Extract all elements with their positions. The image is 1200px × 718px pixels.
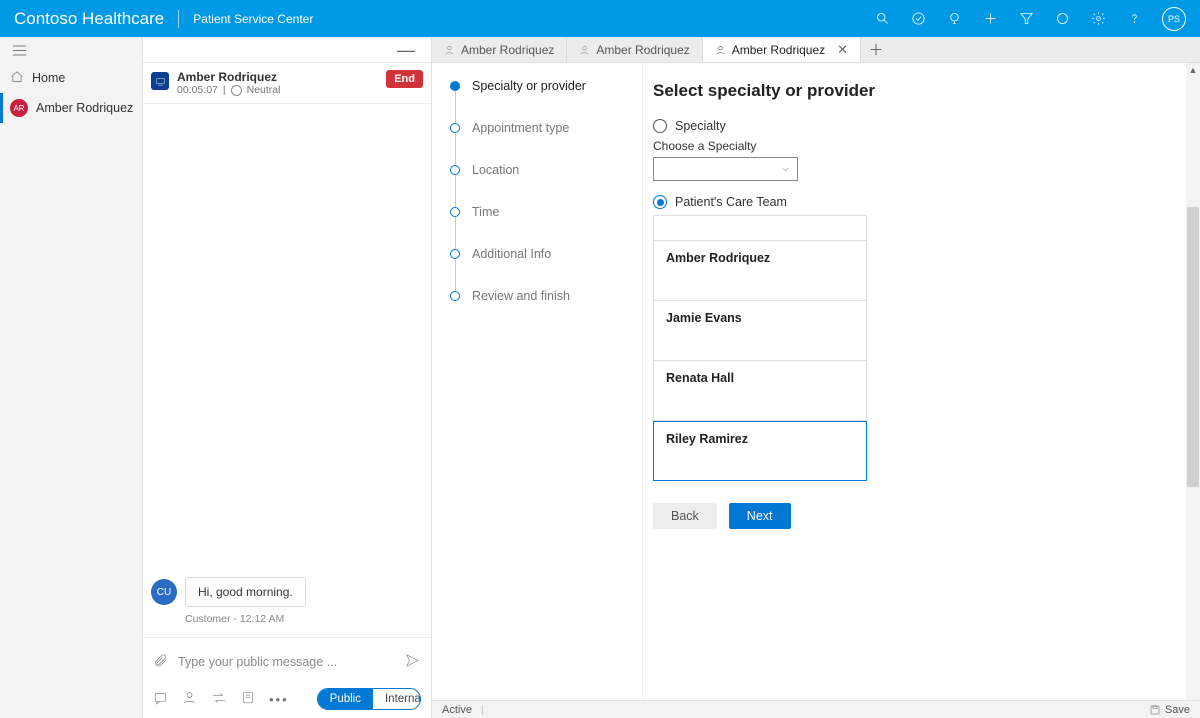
radio-care-team[interactable] — [653, 195, 667, 209]
consult-icon[interactable] — [182, 690, 197, 708]
step-label: Additional Info — [472, 247, 551, 261]
minimize-icon[interactable]: — — [391, 45, 421, 55]
tab-add-button[interactable]: ＋ — [861, 37, 891, 62]
step-time[interactable]: Time — [450, 207, 632, 249]
hamburger-button[interactable] — [0, 37, 142, 63]
compose-area: ••• Public Internal — [143, 637, 431, 718]
gear-icon[interactable] — [1084, 5, 1112, 33]
message-item: CU Hi, good morning. — [151, 577, 423, 607]
message-meta: Customer - 12:12 AM — [185, 613, 423, 625]
tab-record-1[interactable]: Amber Rodriquez — [567, 37, 702, 62]
provider-name: Jamie Evans — [666, 311, 854, 325]
sidebar-item-home[interactable]: Home — [0, 63, 142, 93]
status-state: Active — [442, 704, 472, 716]
session-avatar: AR — [10, 99, 28, 117]
channel-icon — [151, 72, 169, 90]
provider-name: Renata Hall — [666, 371, 854, 385]
conversation-messages[interactable]: CU Hi, good morning. Customer - 12:12 AM — [143, 104, 431, 637]
tab-label: Amber Rodriquez — [732, 43, 825, 57]
help-icon[interactable] — [1120, 5, 1148, 33]
home-icon — [10, 70, 24, 87]
radio-specialty[interactable] — [653, 119, 667, 133]
visibility-toggle[interactable]: Public Internal — [317, 688, 421, 710]
tab-record-2[interactable]: Amber Rodriquez ✕ — [703, 37, 861, 62]
quick-reply-icon[interactable] — [153, 691, 168, 708]
tab-record-0[interactable]: Amber Rodriquez — [432, 37, 567, 62]
choose-specialty-label: Choose a Specialty — [653, 139, 1178, 153]
sidebar-item-session[interactable]: AR Amber Rodriquez — [0, 93, 142, 123]
step-label: Specialty or provider — [472, 79, 586, 93]
step-appointment-type[interactable]: Appointment type — [450, 123, 632, 165]
message-text: Hi, good morning. — [185, 577, 306, 607]
tab-label: Amber Rodriquez — [461, 43, 554, 57]
task-icon[interactable] — [904, 5, 932, 33]
sidebar-item-label: Home — [32, 71, 65, 85]
conversation-person-name: Amber Rodriquez — [177, 70, 378, 84]
step-label: Appointment type — [472, 121, 569, 135]
list-item — [653, 216, 867, 241]
radio-specialty-label: Specialty — [675, 119, 726, 133]
end-button[interactable]: End — [386, 70, 423, 88]
next-button[interactable]: Next — [729, 503, 791, 529]
sidebar-item-label: Amber Rodriquez — [36, 101, 133, 115]
message-avatar: CU — [151, 579, 177, 605]
main-area: Amber Rodriquez Amber Rodriquez Amber Ro… — [432, 37, 1200, 718]
provider-card[interactable]: Jamie Evans — [653, 301, 867, 361]
provider-card[interactable]: Renata Hall — [653, 361, 867, 421]
step-specialty[interactable]: Specialty or provider — [450, 81, 632, 123]
provider-card[interactable]: Riley Ramirez — [653, 421, 867, 481]
back-button[interactable]: Back — [653, 503, 717, 529]
provider-card[interactable]: Amber Rodriquez — [653, 241, 867, 301]
user-avatar[interactable]: PS — [1162, 7, 1186, 31]
provider-name: Amber Rodriquez — [666, 251, 854, 265]
save-label: Save — [1165, 704, 1190, 716]
form-title: Select specialty or provider — [653, 81, 1178, 101]
topbar-action-group: PS — [868, 5, 1186, 33]
brand-name: Contoso Healthcare — [14, 9, 164, 29]
brand-separator — [178, 10, 179, 28]
left-sidebar: Home AR Amber Rodriquez — [0, 37, 143, 718]
transfer-icon[interactable] — [211, 692, 227, 707]
conversation-timer: 00:05:07 — [177, 84, 218, 96]
lightbulb-icon[interactable] — [940, 5, 968, 33]
conversation-header: Amber Rodriquez 00:05:07 | Neutral End — [143, 63, 431, 104]
visibility-public[interactable]: Public — [318, 689, 373, 709]
close-icon[interactable]: ✕ — [837, 42, 848, 58]
sync-icon[interactable] — [1048, 5, 1076, 33]
more-icon[interactable]: ••• — [269, 692, 289, 707]
filter-icon[interactable] — [1012, 5, 1040, 33]
step-additional-info[interactable]: Additional Info — [450, 249, 632, 291]
separator: | — [223, 84, 226, 96]
radio-care-team-label: Patient's Care Team — [675, 195, 787, 209]
save-button[interactable]: Save — [1149, 704, 1190, 716]
workspace-label[interactable]: Patient Service Center — [193, 12, 313, 26]
step-label: Review and finish — [472, 289, 570, 303]
step-location[interactable]: Location — [450, 165, 632, 207]
conversation-panel: — Amber Rodriquez 00:05:07 | Neutral End… — [143, 37, 432, 718]
provider-list: Amber Rodriquez Jamie Evans Renata Hall … — [653, 215, 1178, 481]
provider-name: Riley Ramirez — [666, 432, 854, 446]
wizard-form: Select specialty or provider Specialty C… — [642, 63, 1200, 718]
search-icon[interactable] — [868, 5, 896, 33]
add-icon[interactable] — [976, 5, 1004, 33]
visibility-internal[interactable]: Internal — [373, 689, 421, 709]
notes-icon[interactable] — [241, 690, 255, 708]
wizard-stepper: Specialty or provider Appointment type L… — [432, 63, 642, 718]
step-review-finish[interactable]: Review and finish — [450, 291, 632, 305]
compose-input[interactable] — [178, 655, 394, 669]
tab-bar: Amber Rodriquez Amber Rodriquez Amber Ro… — [432, 37, 1200, 63]
scroll-up-icon[interactable]: ▲ — [1189, 63, 1198, 77]
conversation-toolbar: — — [143, 37, 431, 63]
tab-label: Amber Rodriquez — [596, 43, 689, 57]
step-label: Location — [472, 163, 519, 177]
attachment-icon[interactable] — [153, 652, 168, 672]
app-topbar: Contoso Healthcare Patient Service Cente… — [0, 0, 1200, 37]
specialty-select[interactable] — [653, 157, 798, 181]
send-icon[interactable] — [404, 653, 421, 671]
step-label: Time — [472, 205, 499, 219]
conversation-sentiment: Neutral — [247, 84, 281, 96]
scrollbar[interactable]: ▲ ▼ — [1186, 63, 1200, 718]
status-bar: Active Save — [432, 700, 1200, 718]
sentiment-icon — [231, 85, 242, 96]
